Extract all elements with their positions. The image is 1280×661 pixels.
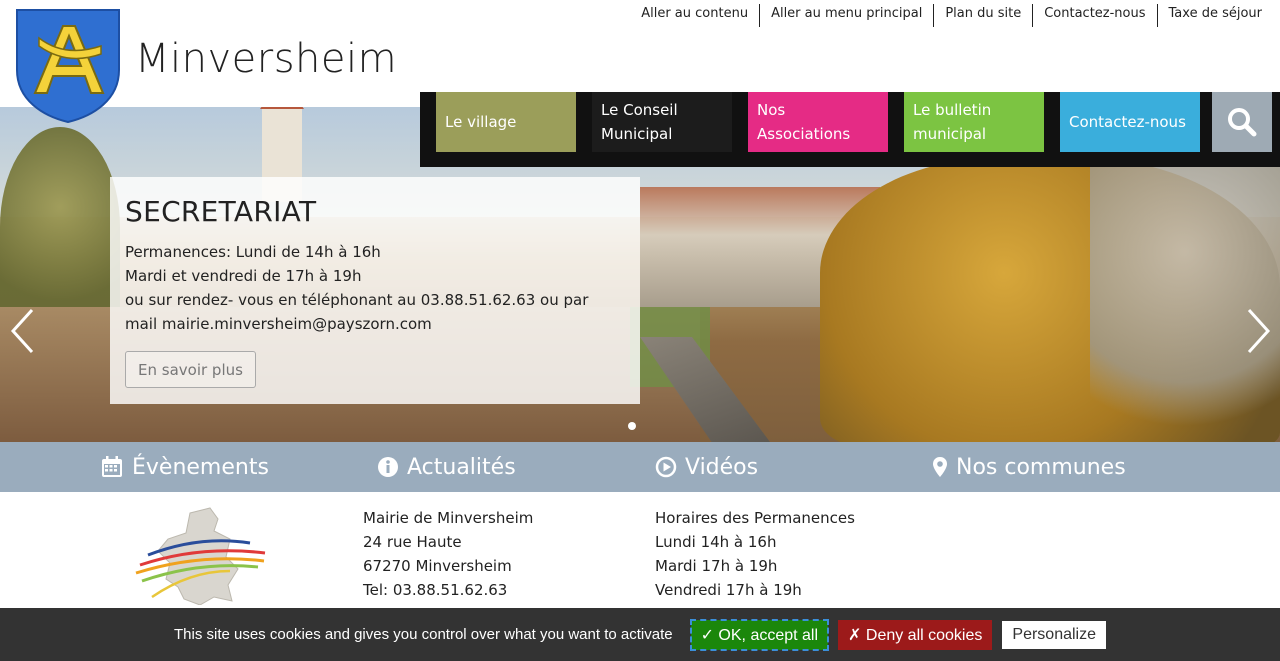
- mairie-name: Mairie de Minversheim: [363, 509, 534, 527]
- quicklink-communes[interactable]: Nos communes: [932, 442, 1126, 492]
- mairie-phone: Tel: 03.88.51.62.63: [363, 581, 508, 599]
- nav-associations[interactable]: Nos Associations: [748, 92, 888, 152]
- info-icon: [378, 457, 398, 477]
- coat-of-arms-logo[interactable]: [15, 8, 121, 124]
- nav-conseil-municipal[interactable]: Le Conseil Municipal: [592, 92, 732, 152]
- read-more-button[interactable]: En savoir plus: [125, 351, 256, 388]
- office-hours-friday: Vendredi 17h à 19h: [655, 581, 802, 599]
- deny-all-cookies-button[interactable]: ✗ Deny all cookies: [838, 619, 993, 650]
- accept-all-cookies-button[interactable]: ✓ OK, accept all: [689, 618, 830, 651]
- cookie-banner: This site uses cookies and gives you con…: [0, 608, 1280, 661]
- chevron-right-icon[interactable]: [1243, 306, 1273, 356]
- slide-line-1: Permanences: Lundi de 14h à 16h: [125, 243, 381, 261]
- slide-line-3: ou sur rendez- vous en téléphonant au 03…: [125, 291, 589, 309]
- search-button[interactable]: [1212, 92, 1272, 152]
- tourist-tax-link[interactable]: Taxe de séjour: [1158, 4, 1272, 27]
- contact-link[interactable]: Contactez-nous: [1033, 4, 1158, 27]
- quicklinks-bar: Évènements Actualités Vidéos Nos commune…: [0, 442, 1280, 492]
- quicklink-events[interactable]: Évènements: [100, 442, 269, 492]
- site-header: Minversheim Aller au contenu Aller au me…: [0, 0, 1280, 124]
- play-circle-icon: [655, 456, 677, 478]
- personalize-cookies-button[interactable]: Personalize: [1002, 620, 1106, 649]
- slide-title: SECRETARIAT: [125, 195, 317, 228]
- sitemap-link[interactable]: Plan du site: [934, 4, 1034, 27]
- slider-dot[interactable]: [628, 422, 636, 430]
- nav-le-village[interactable]: Le village: [436, 92, 576, 152]
- hero-birch: [1090, 147, 1280, 442]
- utility-nav: Aller au contenu Aller au menu principal…: [630, 4, 1272, 27]
- nav-bulletin[interactable]: Le bulletin municipal: [904, 92, 1044, 152]
- slide-line-2: Mardi et vendredi de 17h à 19h: [125, 267, 362, 285]
- mairie-city: 67270 Minversheim: [363, 557, 512, 575]
- quicklink-videos-label: Vidéos: [685, 454, 759, 480]
- pays-zorn-logo[interactable]: [130, 505, 270, 605]
- hero-willow: [0, 127, 120, 327]
- chevron-left-icon[interactable]: [8, 306, 38, 356]
- nav-contactez-nous[interactable]: Contactez-nous: [1060, 92, 1200, 152]
- office-hours-tuesday: Mardi 17h à 19h: [655, 557, 778, 575]
- office-hours-monday: Lundi 14h à 16h: [655, 533, 777, 551]
- mairie-street: 24 rue Haute: [363, 533, 462, 551]
- skip-to-content-link[interactable]: Aller au contenu: [630, 4, 761, 27]
- skip-to-menu-link[interactable]: Aller au menu principal: [760, 4, 935, 27]
- office-hours: Horaires des Permanences Lundi 14h à 16h…: [655, 506, 855, 602]
- mairie-address: Mairie de Minversheim 24 rue Haute 67270…: [363, 506, 533, 602]
- quicklink-events-label: Évènements: [132, 454, 269, 480]
- search-icon: [1228, 108, 1257, 137]
- quicklink-communes-label: Nos communes: [956, 454, 1126, 480]
- slide-caption-card: SECRETARIAT Permanences: Lundi de 14h à …: [110, 177, 640, 404]
- site-title[interactable]: Minversheim: [135, 36, 397, 82]
- quicklink-news-label: Actualités: [407, 454, 516, 480]
- map-marker-icon: [933, 457, 947, 477]
- cookie-message: This site uses cookies and gives you con…: [173, 626, 673, 643]
- office-hours-title: Horaires des Permanences: [655, 509, 855, 527]
- quicklink-videos[interactable]: Vidéos: [655, 442, 758, 492]
- calendar-icon: [102, 456, 122, 477]
- slide-line-4: mail mairie.minversheim@payszorn.com: [125, 315, 432, 333]
- quicklink-news[interactable]: Actualités: [377, 442, 516, 492]
- slide-text: Permanences: Lundi de 14h à 16h Mardi et…: [125, 240, 625, 336]
